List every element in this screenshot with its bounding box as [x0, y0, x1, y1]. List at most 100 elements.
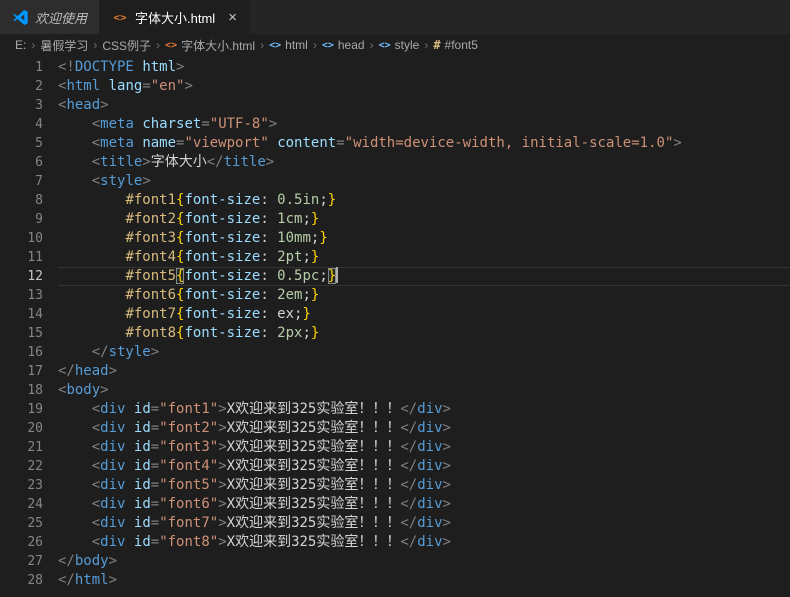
code-token: div	[100, 496, 126, 512]
breadcrumb-item[interactable]: CSS例子	[102, 37, 151, 54]
breadcrumb-item[interactable]: <> 字体大小.html	[165, 37, 255, 54]
tab-welcome[interactable]: 欢迎使用	[0, 0, 101, 34]
line-number: 13	[27, 288, 43, 303]
code-token: :	[260, 268, 278, 284]
code-token: div	[417, 458, 443, 474]
code-line[interactable]: #font2{font-size: 1cm;}	[58, 210, 790, 229]
code-line[interactable]: #font4{font-size: 2pt;}	[58, 248, 790, 267]
code-line[interactable]: #font6{font-size: 2em;}	[58, 286, 790, 305]
line-number: 14	[27, 307, 43, 322]
code-token: div	[417, 439, 443, 455]
code-token: style	[100, 173, 143, 189]
code-line[interactable]: </html>	[58, 571, 790, 590]
breadcrumb-item[interactable]: <> head	[322, 38, 365, 52]
code-token: #font8	[125, 325, 177, 341]
code-token: =	[150, 401, 160, 417]
code-token: </	[400, 496, 418, 512]
code-token: lang	[108, 78, 143, 94]
code-token: </	[400, 458, 418, 474]
breadcrumb-label: 字体大小.html	[181, 38, 256, 53]
line-number: 25	[27, 516, 43, 531]
code-token: >	[108, 572, 118, 588]
code-line[interactable]: <head>	[58, 96, 790, 115]
code-token: >	[218, 401, 227, 417]
code-token: <	[91, 439, 101, 455]
breadcrumb-label: html	[285, 38, 308, 52]
code-token: =	[150, 458, 160, 474]
code-token: title	[100, 154, 143, 170]
tab-file[interactable]: <> 字体大小.html ×	[100, 0, 250, 34]
tag-icon: <>	[378, 39, 391, 51]
code-token: meta	[100, 135, 134, 151]
code-line[interactable]: <meta name="viewport" content="width=dev…	[58, 134, 790, 153]
code-line[interactable]: #font5{font-size: 0.5pc;}	[58, 267, 790, 286]
code-token: 字体大小	[150, 154, 207, 170]
code-line[interactable]: #font3{font-size: 10mm;}	[58, 229, 790, 248]
code-token: X欢迎来到325实验室！！！	[226, 439, 401, 455]
line-number: 9	[35, 212, 43, 227]
code-token: id	[133, 458, 151, 474]
code-token: #font3	[125, 230, 177, 246]
code-token: 10mm	[277, 230, 311, 246]
code-line[interactable]: <div id="font5">X欢迎来到325实验室！！！</div>	[58, 476, 790, 495]
code-line[interactable]: <div id="font4">X欢迎来到325实验室！！！</div>	[58, 457, 790, 476]
line-number: 24	[27, 497, 43, 512]
code-token: :	[260, 192, 278, 208]
breadcrumb-item[interactable]: E:	[15, 38, 26, 52]
code-token: <	[91, 154, 101, 170]
tag-icon: <>	[269, 39, 282, 51]
code-line[interactable]: </body>	[58, 552, 790, 571]
code-line[interactable]: #font1{font-size: 0.5in;}	[58, 191, 790, 210]
code-token: font-size	[184, 230, 261, 246]
code-line[interactable]: <body>	[58, 381, 790, 400]
code-line[interactable]: <div id="font6">X欢迎来到325实验室！！！</div>	[58, 495, 790, 514]
code-line[interactable]: <div id="font8">X欢迎来到325实验室！！！</div>	[58, 533, 790, 552]
code-token: id	[133, 420, 151, 436]
line-number: 1	[35, 60, 43, 75]
code-token: <!	[58, 59, 75, 75]
line-number: 23	[27, 478, 43, 493]
code-line[interactable]: <div id="font7">X欢迎来到325实验室！！！</div>	[58, 514, 790, 533]
code-lines[interactable]: <!DOCTYPE html> <html lang="en"> <head> <m…	[43, 58, 790, 590]
code-line[interactable]: </style>	[58, 343, 790, 362]
code-line[interactable]: <style>	[58, 172, 790, 191]
code-line[interactable]: <meta charset="UTF-8">	[58, 115, 790, 134]
code-token: "font4"	[159, 458, 219, 474]
code-line[interactable]: <div id="font3">X欢迎来到325实验室！！！</div>	[58, 438, 790, 457]
code-token: }	[310, 211, 320, 227]
code-token: "width=device-width, initial-scale=1.0"	[344, 135, 674, 151]
code-line[interactable]: #font7{font-size: ex;}	[58, 305, 790, 324]
breadcrumb-item[interactable]: <> style	[379, 38, 420, 52]
code-line[interactable]: <html lang="en">	[58, 77, 790, 96]
code-token: 0.5pc	[277, 268, 320, 284]
line-number: 18	[27, 383, 43, 398]
code-line[interactable]: <title>字体大小</title>	[58, 153, 790, 172]
breadcrumb-item[interactable]: <> html	[269, 38, 308, 52]
breadcrumb-item[interactable]: # #font5	[433, 38, 478, 52]
line-number: 6	[35, 155, 43, 170]
code-token: >	[184, 78, 193, 94]
code-token: head	[66, 97, 101, 113]
code-token: "en"	[150, 78, 185, 94]
code-line[interactable]: <div id="font2">X欢迎来到325实验室！！！</div>	[58, 419, 790, 438]
code-line[interactable]: <!DOCTYPE html>	[58, 58, 790, 77]
code-line[interactable]: </head>	[58, 362, 790, 381]
line-number: 3	[35, 98, 43, 113]
code-line[interactable]: #font8{font-size: 2px;}	[58, 324, 790, 343]
code-token: charset	[142, 116, 202, 132]
code-token: <	[91, 458, 101, 474]
code-token: >	[442, 401, 451, 417]
code-token: font-size	[184, 211, 261, 227]
code-line[interactable]: <div id="font1">X欢迎来到325实验室！！！</div>	[58, 400, 790, 419]
breadcrumb-item[interactable]: 暑假学习	[40, 37, 88, 54]
code-token: #font5	[125, 268, 177, 284]
close-tab-icon[interactable]: ×	[228, 10, 237, 25]
code-token: }	[302, 306, 311, 322]
line-numbers: 1 2 3 4 5 6 7 8 9 10 11 12 13 14 15 16 17 18 19 20 21 22 23 24 2…	[0, 58, 43, 590]
code-token: X欢迎来到325实验室！！！	[226, 458, 401, 474]
code-token: X欢迎来到325实验室！！！	[226, 534, 401, 550]
